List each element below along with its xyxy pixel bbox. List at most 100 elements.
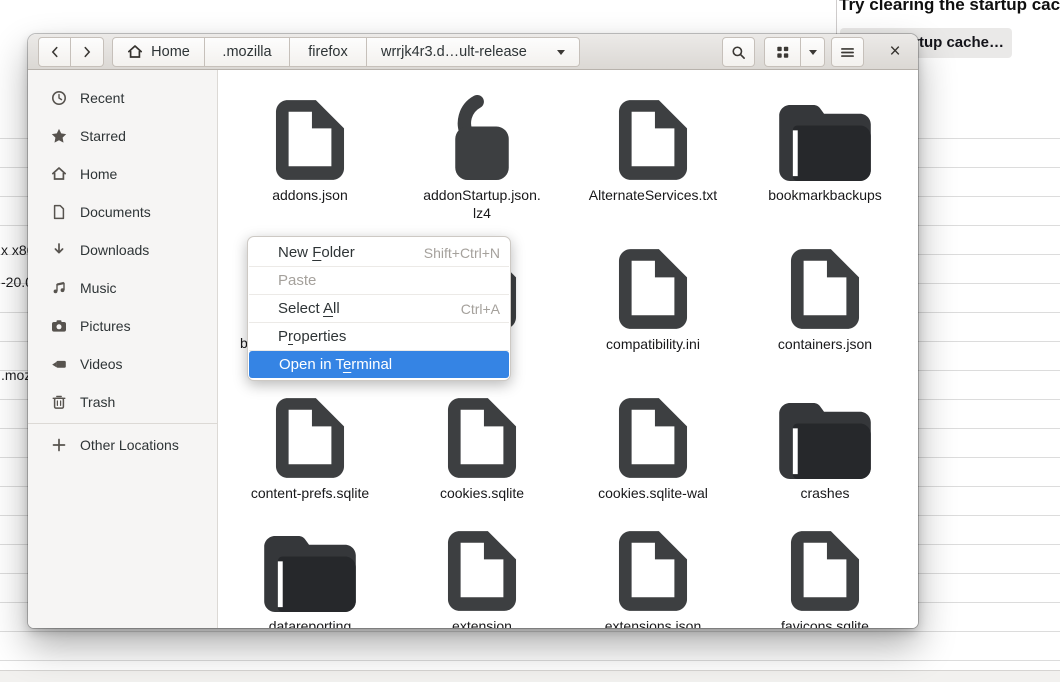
sidebar-item-label: Other Locations	[80, 437, 179, 453]
file-name: cookies.sqlite	[440, 484, 524, 502]
context-menu: New Folder Shift+Ctrl+N Paste Select All Ctr…	[247, 236, 511, 381]
back-button[interactable]	[38, 37, 71, 67]
headerbar[interactable]: Home .mozilla firefox wrrjk4r3.d…ult-releas…	[28, 34, 918, 70]
music-icon	[50, 280, 67, 297]
file-icon	[790, 244, 860, 330]
documents-icon	[50, 204, 67, 221]
menu-item-open-in-terminal[interactable]: Open in Terminal	[249, 351, 509, 378]
menu-item-properties[interactable]: Properties	[248, 323, 510, 350]
menu-item-label: Paste	[278, 272, 316, 289]
file-name: containers.json	[778, 335, 872, 353]
file-name: crashes	[800, 484, 849, 502]
pictures-icon	[50, 318, 67, 335]
view-options-button[interactable]	[801, 37, 825, 67]
breadcrumb-label: .mozilla	[222, 44, 271, 60]
menu-item-new-folder[interactable]: New Folder Shift+Ctrl+N	[248, 239, 510, 266]
file-item[interactable]: extension	[402, 526, 562, 628]
menu-item-accelerator: Ctrl+A	[461, 301, 500, 317]
sidebar-item-label: Music	[80, 280, 117, 296]
file-icon	[618, 393, 688, 479]
breadcrumb-segment-2[interactable]: .mozilla	[205, 37, 290, 67]
file-item[interactable]: favicons.sqlite	[745, 526, 905, 628]
breadcrumb-segment-1[interactable]: Home	[112, 37, 205, 67]
folder-item[interactable]: crashes	[745, 393, 905, 502]
sidebar-item-videos[interactable]: Videos	[28, 345, 217, 383]
videos-icon	[50, 356, 67, 373]
sidebar-item-recent[interactable]: Recent	[28, 79, 217, 117]
sidebar-item-documents[interactable]: Documents	[28, 193, 217, 231]
trash-icon	[50, 394, 67, 411]
file-name: bookmarkbackups	[768, 186, 882, 204]
startup-cache-heading: Try clearing the startup cac	[839, 0, 1060, 15]
sidebar-item-downloads[interactable]: Downloads	[28, 231, 217, 269]
file-name: compatibility.ini	[606, 335, 700, 353]
menu-item-select-all[interactable]: Select All Ctrl+A	[248, 295, 510, 322]
sidebar-item-label: Trash	[80, 394, 115, 410]
background-bottom-strip	[0, 670, 1060, 682]
chevron-down-icon	[809, 50, 817, 55]
menu-item-label: Properties	[278, 328, 346, 345]
folder-item[interactable]: bookmarkbackups	[745, 95, 905, 204]
search-button[interactable]	[722, 37, 755, 67]
menu-item-paste: Paste	[248, 267, 510, 294]
file-item[interactable]: cookies.sqlite-wal	[573, 393, 733, 502]
sidebar-item-label: Home	[80, 166, 117, 182]
file-name: cookies.sqlite-wal	[598, 484, 708, 502]
sidebar-item-music[interactable]: Music	[28, 269, 217, 307]
menu-item-label: Select All	[278, 300, 340, 317]
sidebar-item-label: Recent	[80, 90, 124, 106]
sidebar-item-pictures[interactable]: Pictures	[28, 307, 217, 345]
file-name: content-prefs.sqlite	[251, 484, 369, 502]
file-item[interactable]: compatibility.ini	[573, 244, 733, 353]
folder-icon	[779, 95, 871, 181]
file-icon	[618, 95, 688, 181]
file-item[interactable]: addons.json	[230, 95, 390, 204]
file-item[interactable]: cookies.sqlite	[402, 393, 562, 502]
grid-view-icon	[776, 45, 790, 59]
recent-icon	[50, 90, 67, 107]
file-item[interactable]: AlternateServices.txt	[573, 95, 733, 204]
downloads-icon	[50, 242, 67, 259]
file-name: extensions.json	[605, 617, 702, 628]
close-button[interactable]: ×	[884, 41, 906, 63]
view-grid-button[interactable]	[764, 37, 801, 67]
file-item[interactable]: content-prefs.sqlite	[230, 393, 390, 502]
home-icon	[50, 166, 67, 183]
sidebar-item-label: Pictures	[80, 318, 131, 334]
chevron-down-icon	[557, 50, 565, 55]
sidebar-separator	[28, 423, 217, 424]
file-name: extension	[452, 617, 512, 628]
sidebar-item-label: Starred	[80, 128, 126, 144]
sidebar-item-other-locations[interactable]: Other Locations	[28, 426, 217, 464]
sidebar-item-label: Downloads	[80, 242, 149, 258]
file-name: addonStartup.json. lz4	[423, 186, 541, 222]
sidebar-item-starred[interactable]: Starred	[28, 117, 217, 155]
forward-button[interactable]	[71, 37, 104, 67]
starred-icon	[50, 128, 67, 145]
plus-icon	[50, 437, 67, 454]
breadcrumb-label: firefox	[308, 44, 348, 60]
breadcrumb-label: wrrjk4r3.d…ult-release	[381, 44, 527, 60]
hamburger-menu-button[interactable]	[831, 37, 864, 67]
file-icon	[275, 393, 345, 479]
table-fragment: .moz	[1, 367, 31, 383]
sidebar-item-home[interactable]: Home	[28, 155, 217, 193]
sidebar-item-label: Documents	[80, 204, 151, 220]
folder-item[interactable]: datareporting	[230, 526, 390, 628]
file-icon	[618, 244, 688, 330]
home-icon	[127, 44, 143, 60]
menu-item-label: New Folder	[278, 244, 355, 261]
folder-icon	[779, 393, 871, 479]
menu-item-accelerator: Shift+Ctrl+N	[424, 245, 500, 261]
breadcrumb-segment-4[interactable]: wrrjk4r3.d…ult-release	[367, 37, 580, 67]
file-item[interactable]: extensions.json	[573, 526, 733, 628]
archive-item[interactable]: addonStartup.json. lz4	[402, 95, 562, 222]
menu-item-label: Open in Terminal	[279, 356, 392, 373]
file-item[interactable]: containers.json	[745, 244, 905, 353]
folder-icon	[264, 526, 356, 612]
file-icon	[275, 95, 345, 181]
sidebar-item-trash[interactable]: Trash	[28, 383, 217, 421]
file-icon	[618, 526, 688, 612]
breadcrumb-segment-3[interactable]: firefox	[290, 37, 367, 67]
file-name: favicons.sqlite	[781, 617, 869, 628]
